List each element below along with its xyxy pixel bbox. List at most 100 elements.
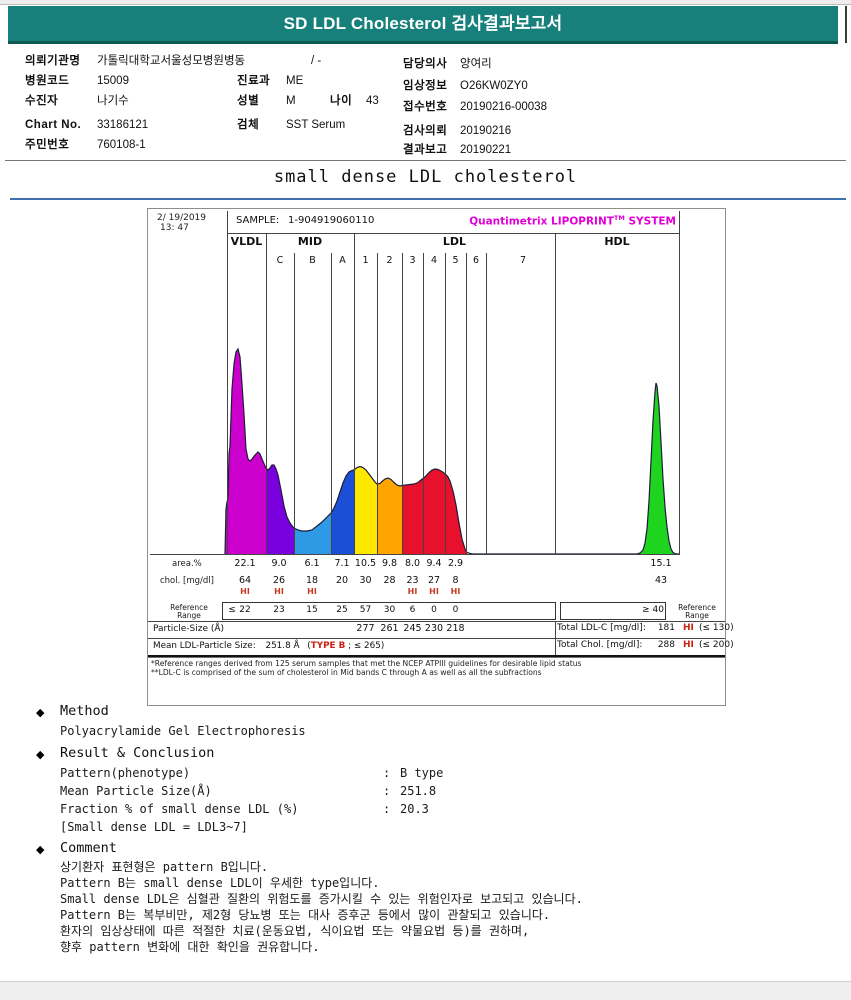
lipoprint-brand: Quantimetrix LIPOPRINTTM SYSTEM bbox=[466, 214, 676, 228]
total-ldl-label: Total LDL-C [mg/dl]: bbox=[557, 623, 646, 633]
chol-cell: 26 bbox=[272, 575, 286, 586]
dept-value: ME bbox=[286, 75, 304, 87]
report-date-label: 결과보고 bbox=[403, 144, 448, 156]
org-extra: / - bbox=[311, 55, 322, 67]
top-strip bbox=[0, 0, 851, 5]
chol-cell: 64 bbox=[238, 575, 252, 586]
comment-line: Small dense LDL은 심혈관 질환의 위험도를 증가시킬 수 있는 … bbox=[60, 892, 583, 906]
ref-label-line2: Range bbox=[685, 611, 709, 620]
request-value: 20190216 bbox=[460, 125, 512, 137]
footer-strip bbox=[0, 981, 851, 1000]
result-row-colon: : bbox=[383, 802, 391, 816]
diamond-icon: ◆ bbox=[36, 844, 45, 856]
method-body: Polyacrylamide Gel Electrophoresis bbox=[60, 724, 306, 738]
mean-limit: ; ≤ 265) bbox=[345, 641, 385, 651]
result-row-value: 20.3 bbox=[400, 802, 429, 816]
particle-cell: 218 bbox=[446, 623, 465, 634]
total-chol-value: 288 bbox=[657, 640, 675, 650]
thick-rule bbox=[148, 655, 725, 658]
page-edge-line bbox=[845, 6, 847, 43]
result-row-value: 251.8 bbox=[400, 784, 437, 798]
group-mid: MID bbox=[297, 235, 323, 248]
band-fill-ldl-3 bbox=[402, 478, 423, 554]
subband-4: 4 bbox=[430, 255, 438, 266]
resident-id-value: 760108-1 bbox=[97, 139, 146, 151]
total-chol-label: Total Chol. [mg/dl]: bbox=[557, 640, 643, 650]
chart-no-label: Chart No. bbox=[25, 119, 82, 131]
brand-suffix: SYSTEM bbox=[624, 215, 676, 228]
result-row-colon: : bbox=[383, 766, 391, 780]
sample-label: SAMPLE: bbox=[236, 215, 280, 226]
age-value: 43 bbox=[366, 95, 379, 107]
result-note: [Small dense LDL = LDL3~7] bbox=[60, 820, 248, 834]
report-title: SD LDL Cholesterol 검사결과보고서 bbox=[283, 14, 563, 33]
result-row-label: Fraction % of small dense LDL (%) bbox=[60, 802, 299, 816]
dept-label: 진료과 bbox=[237, 75, 271, 87]
method-heading: Method bbox=[60, 703, 109, 719]
band-fill-mid-a bbox=[331, 470, 354, 554]
result-row-label: Mean Particle Size(Å) bbox=[60, 784, 212, 798]
ref-cell: ≥ 40 bbox=[642, 605, 664, 615]
chol-cell: 8 bbox=[452, 575, 459, 586]
result-heading: Result & Conclusion bbox=[60, 745, 215, 761]
hosp-code-value: 15009 bbox=[97, 75, 129, 87]
report-date-value: 20190221 bbox=[460, 144, 512, 156]
receipt-label: 접수번호 bbox=[403, 101, 448, 113]
request-label: 검사의뢰 bbox=[403, 125, 448, 137]
band-fill-ldl-2 bbox=[377, 478, 402, 554]
org-value: 가톨릭대학교서울성모병원병동 bbox=[97, 55, 246, 67]
specimen-value: SST Serum bbox=[286, 119, 346, 131]
run-date: 2/ 19/2019 bbox=[157, 213, 207, 223]
total-chol-flag: HI bbox=[683, 640, 694, 650]
result-row-label: Pattern(phenotype) bbox=[60, 766, 191, 780]
hi-cell: HI bbox=[274, 587, 284, 596]
subband-2: 2 bbox=[386, 255, 393, 266]
subband-a: A bbox=[339, 255, 346, 266]
diamond-icon: ◆ bbox=[36, 749, 45, 761]
subband-7: 7 bbox=[519, 255, 527, 266]
ref-cell: 0 bbox=[452, 605, 459, 615]
area-cell: 2.9 bbox=[447, 558, 464, 569]
patient-value: 나기수 bbox=[97, 95, 129, 107]
ref-range-label-right: Reference Range bbox=[671, 604, 723, 620]
ref-cell: ≤ bbox=[228, 605, 236, 615]
chart-section-title: small dense LDL cholesterol bbox=[273, 167, 578, 187]
total-ldl-value: 181 bbox=[657, 623, 675, 633]
group-vldl: VLDL bbox=[230, 235, 263, 248]
chol-row-label: chol. [mg/dl] bbox=[160, 576, 214, 586]
area-row-label: area.% bbox=[172, 559, 202, 569]
run-time: 13: 47 bbox=[160, 223, 189, 233]
clinical-value: O26KW0ZY0 bbox=[460, 80, 528, 92]
total-chol-ref: (≤ 200) bbox=[699, 640, 734, 650]
comment-heading: Comment bbox=[60, 840, 117, 856]
subband-6: 6 bbox=[472, 255, 480, 266]
subband-b: B bbox=[309, 255, 316, 266]
ref-label-line2: Range bbox=[177, 611, 201, 620]
report-title-bar: SD LDL Cholesterol 검사결과보고서 bbox=[8, 6, 838, 44]
age-label: 나이 bbox=[330, 95, 353, 107]
chart-no-value: 33186121 bbox=[97, 119, 149, 131]
chol-cell: 43 bbox=[654, 575, 668, 586]
result-row-value: B type bbox=[400, 766, 444, 780]
mean-particle-size-row: Mean LDL-Particle Size: 251.8 Å (TYPE B … bbox=[153, 641, 384, 651]
area-cell: 15.1 bbox=[650, 558, 672, 569]
sex-value: M bbox=[286, 95, 296, 107]
hi-cell: HI bbox=[450, 587, 461, 596]
band-fill-mid-c bbox=[266, 465, 294, 554]
subband-3: 3 bbox=[409, 255, 416, 266]
diamond-icon: ◆ bbox=[36, 707, 45, 719]
hi-cell: HI bbox=[240, 587, 250, 596]
hi-cell: HI bbox=[307, 587, 317, 596]
patient-label: 수진자 bbox=[25, 95, 59, 107]
footnote-1: *Reference ranges derived from 125 serum… bbox=[151, 659, 582, 668]
resident-id-label: 주민번호 bbox=[25, 139, 70, 151]
area-cell: 22.1 bbox=[234, 558, 256, 569]
sex-label: 성별 bbox=[237, 95, 260, 107]
comment-line: 환자의 임상상태에 따른 적절한 치료(운동요법, 식이요법 또는 약물요법 등… bbox=[60, 924, 530, 938]
mean-type: TYPE B bbox=[310, 641, 346, 651]
ref-cell: 23 bbox=[273, 605, 285, 615]
mean-label: Mean LDL-Particle Size: bbox=[153, 641, 256, 651]
org-label: 의뢰기관명 bbox=[25, 55, 81, 67]
group-hdl: HDL bbox=[604, 235, 630, 248]
doctor-value: 양여리 bbox=[460, 58, 492, 70]
